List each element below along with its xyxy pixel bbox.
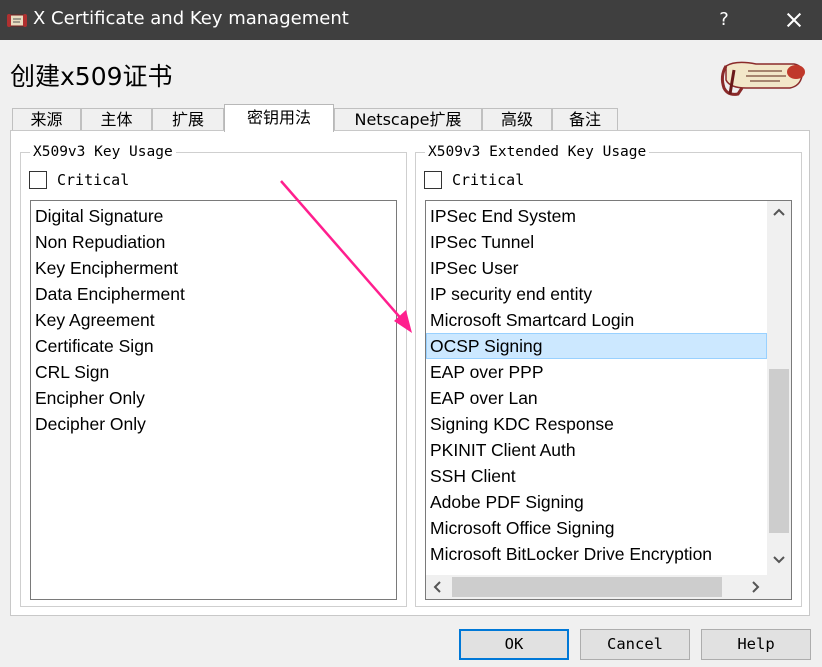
list-item[interactable]: IPSec Tunnel xyxy=(426,229,767,255)
key-usage-group: X509v3 Key Usage Critical Digital Signat… xyxy=(20,143,407,607)
list-item[interactable]: IP security end entity xyxy=(426,281,767,307)
key-usage-panel: X509v3 Key Usage Critical Digital Signat… xyxy=(10,130,810,616)
list-item[interactable]: Certificate Sign xyxy=(31,333,396,359)
list-item-selected[interactable]: OCSP Signing xyxy=(426,333,767,359)
extended-key-usage-critical-checkbox[interactable] xyxy=(424,171,442,189)
scroll-corner xyxy=(767,575,791,599)
tab-extensions[interactable]: 扩展 xyxy=(152,108,224,131)
tab-subject[interactable]: 主体 xyxy=(81,108,152,131)
list-item[interactable]: Microsoft Smartcard Login xyxy=(426,307,767,333)
list-item[interactable]: CRL Sign xyxy=(31,359,396,385)
tab-bar: 来源 主体 扩展 密钥用法 Netscape扩展 高级 备注 xyxy=(12,104,618,132)
help-title-button[interactable]: ? xyxy=(708,0,740,40)
extended-key-usage-title: X509v3 Extended Key Usage xyxy=(425,143,650,161)
tab-advanced[interactable]: 高级 xyxy=(482,108,552,131)
list-item[interactable]: Microsoft Office Signing xyxy=(426,515,767,541)
scroll-left-icon[interactable] xyxy=(426,575,450,599)
vertical-scroll-thumb[interactable] xyxy=(769,369,789,533)
help-button[interactable]: Help xyxy=(701,629,811,660)
xca-scroll-logo xyxy=(720,61,805,96)
list-item[interactable]: PKINIT Client Auth xyxy=(426,437,767,463)
ok-button[interactable]: OK xyxy=(459,629,569,660)
list-item[interactable]: SSH Client xyxy=(426,463,767,489)
horizontal-scrollbar[interactable] xyxy=(426,575,767,599)
tab-key-usage[interactable]: 密钥用法 xyxy=(224,104,334,132)
list-item[interactable]: Microsoft BitLocker Drive Encryption xyxy=(426,541,767,567)
list-item[interactable]: IPSec User xyxy=(426,255,767,281)
list-item[interactable]: Decipher Only xyxy=(31,411,396,437)
window-title: X Certificate and Key management xyxy=(33,8,349,29)
vertical-scrollbar[interactable] xyxy=(767,201,791,575)
scroll-up-icon[interactable] xyxy=(767,201,791,225)
list-item[interactable]: Non Repudiation xyxy=(31,229,396,255)
scroll-right-icon[interactable] xyxy=(743,575,767,599)
page-title: 创建x509证书 xyxy=(10,62,173,91)
list-item[interactable]: EAP over PPP xyxy=(426,359,767,385)
list-item[interactable]: Key Agreement xyxy=(31,307,396,333)
extended-key-usage-critical-label: Critical xyxy=(452,171,525,189)
scroll-down-icon[interactable] xyxy=(767,547,791,571)
horizontal-scroll-thumb[interactable] xyxy=(452,577,722,597)
list-item[interactable]: Digital Signature xyxy=(31,203,396,229)
extended-key-usage-list[interactable]: IPSec End System IPSec Tunnel IPSec User… xyxy=(425,200,792,600)
certificate-scroll-icon xyxy=(7,14,27,27)
list-item[interactable]: Adobe PDF Signing xyxy=(426,489,767,515)
list-item[interactable]: Signing KDC Response xyxy=(426,411,767,437)
list-item[interactable]: Data Encipherment xyxy=(31,281,396,307)
list-item[interactable]: Encipher Only xyxy=(31,385,396,411)
tab-netscape[interactable]: Netscape扩展 xyxy=(334,108,482,131)
extended-key-usage-group: X509v3 Extended Key Usage Critical IPSec… xyxy=(415,143,802,607)
title-bar: X Certificate and Key management ? xyxy=(0,0,822,40)
close-icon[interactable] xyxy=(776,0,812,40)
list-item[interactable]: Key Encipherment xyxy=(31,255,396,281)
key-usage-critical-checkbox[interactable] xyxy=(29,171,47,189)
list-item[interactable]: IPSec End System xyxy=(426,203,767,229)
key-usage-list[interactable]: Digital Signature Non Repudiation Key En… xyxy=(30,200,397,600)
key-usage-critical-label: Critical xyxy=(57,171,130,189)
tab-comment[interactable]: 备注 xyxy=(552,108,618,131)
tab-source[interactable]: 来源 xyxy=(12,108,81,131)
key-usage-title: X509v3 Key Usage xyxy=(30,143,176,161)
list-item[interactable]: EAP over Lan xyxy=(426,385,767,411)
cancel-button[interactable]: Cancel xyxy=(580,629,690,660)
